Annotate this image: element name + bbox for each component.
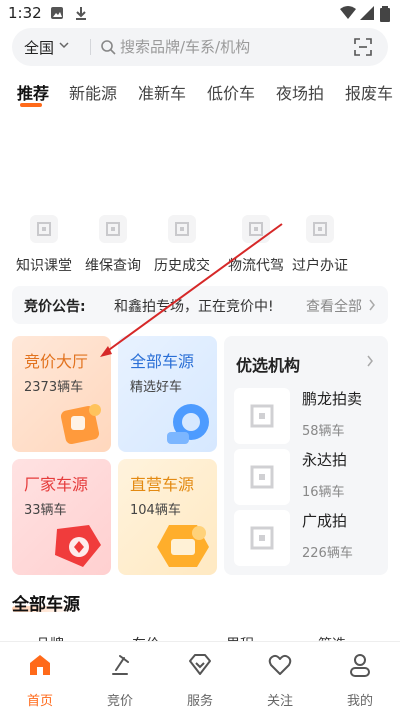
card-title: 直营车源 — [130, 475, 195, 494]
nav-label: 关注 — [266, 694, 293, 709]
auction-notice[interactable]: 竞价公告: 和鑫拍专场，正在竞价中! 查看全部 — [12, 286, 388, 324]
institution-logo — [234, 388, 290, 444]
download-notification-icon — [76, 7, 86, 20]
scan-icon[interactable] — [354, 38, 372, 56]
shortcut-label: 历史成交 — [154, 258, 210, 274]
nav-label: 首页 — [26, 694, 53, 709]
search-bar: 全国 — [12, 28, 388, 66]
institution-name: 广成拍 — [302, 512, 348, 530]
shortcut-label: 过户办证 — [292, 258, 348, 274]
search-car-icon — [167, 404, 209, 444]
wifi-icon — [340, 6, 356, 19]
card-title: 竞价大厅 — [24, 352, 89, 371]
search-input[interactable] — [120, 36, 340, 58]
home-icon — [30, 655, 50, 675]
institution-item[interactable]: 鹏龙拍卖 58辆车 — [234, 388, 384, 444]
bottom-navigation: 首页 竞价 服务 关注 我的 — [0, 641, 400, 711]
signal-icon — [360, 6, 374, 20]
city-selector[interactable]: 全国 — [24, 37, 54, 58]
maintenance-icon — [99, 215, 127, 243]
nav-follow[interactable]: 关注 — [250, 652, 310, 709]
institution-logo — [234, 449, 290, 505]
auction-icon — [112, 655, 129, 675]
institution-name: 永达拍 — [302, 451, 348, 469]
institution-count: 226辆车 — [302, 546, 353, 561]
preferred-institutions-panel: 优选机构 鹏龙拍卖 58辆车 永达拍 16辆车 广成拍 226辆车 — [224, 336, 388, 575]
auction-hall-card[interactable]: 竞价大厅 2373辆车 — [12, 336, 111, 452]
card-subtitle: 33辆车 — [24, 503, 67, 518]
chevron-down-icon[interactable] — [59, 41, 69, 49]
tab-indicator — [20, 103, 42, 107]
institution-count: 16辆车 — [302, 485, 345, 500]
category-tabs: 推荐 新能源 准新车 低价车 夜场拍 报废车 — [0, 80, 400, 110]
nav-auction[interactable]: 竞价 — [90, 652, 150, 709]
transfer-icon — [306, 215, 334, 243]
tab-nearly-new[interactable]: 准新车 — [138, 80, 186, 104]
tab-recommended[interactable]: 推荐 — [17, 80, 49, 104]
status-bar: 1:32 — [0, 0, 400, 28]
institution-count: 58辆车 — [302, 424, 345, 439]
tab-night-auction[interactable]: 夜场拍 — [276, 80, 324, 104]
tab-low-price[interactable]: 低价车 — [207, 80, 255, 104]
nav-home[interactable]: 首页 — [10, 652, 70, 709]
all-cars-title: 全部车源 — [12, 595, 80, 615]
logistics-icon — [242, 215, 270, 243]
history-icon — [168, 215, 196, 243]
nav-label: 我的 — [346, 694, 373, 709]
profile-icon — [350, 654, 370, 677]
direct-sale-icon — [157, 525, 209, 567]
panel-title: 优选机构 — [236, 356, 301, 375]
notice-title: 竞价公告: — [24, 299, 86, 315]
factory-shield-icon — [55, 525, 101, 567]
image-notification-icon — [51, 7, 63, 19]
shortcut-label: 维保查询 — [85, 258, 141, 274]
shortcut-history[interactable]: 历史成交 — [146, 215, 218, 275]
shortcut-logistics[interactable]: 物流代驾 — [220, 215, 292, 275]
card-title: 厂家车源 — [24, 475, 89, 494]
institution-item[interactable]: 广成拍 226辆车 — [234, 510, 384, 566]
institution-name: 鹏龙拍卖 — [302, 390, 363, 408]
card-title: 全部车源 — [130, 352, 195, 371]
direct-sources-card[interactable]: 直营车源 104辆车 — [118, 459, 217, 575]
institution-item[interactable]: 永达拍 16辆车 — [234, 449, 384, 505]
knowledge-icon — [30, 215, 58, 243]
nav-label: 服务 — [186, 694, 213, 709]
notice-text: 和鑫拍专场，正在竞价中! — [114, 299, 274, 315]
tab-scrap-cars[interactable]: 报废车 — [345, 80, 393, 104]
shortcut-maintenance[interactable]: 维保查询 — [77, 215, 149, 275]
card-subtitle: 2373辆车 — [24, 380, 84, 395]
all-sources-card[interactable]: 全部车源 精选好车 — [118, 336, 217, 452]
view-all-link[interactable]: 查看全部 — [306, 296, 362, 316]
chevron-right-icon[interactable] — [366, 355, 374, 367]
nav-service[interactable]: 服务 — [170, 652, 230, 709]
nav-label: 竞价 — [106, 694, 133, 709]
search-icon — [101, 40, 116, 55]
status-time: 1:32 — [8, 4, 42, 22]
shortcut-knowledge[interactable]: 知识课堂 — [8, 215, 80, 275]
divider — [90, 39, 91, 55]
service-icon — [189, 654, 211, 675]
auction-hammer-icon — [60, 404, 101, 445]
card-subtitle: 精选好车 — [130, 380, 183, 395]
shortcut-transfer[interactable]: 过户办证 — [284, 215, 356, 275]
battery-icon — [380, 6, 390, 22]
shortcut-label: 物流代驾 — [228, 258, 284, 274]
heart-icon — [268, 654, 292, 675]
card-subtitle: 104辆车 — [130, 503, 181, 518]
tab-new-energy[interactable]: 新能源 — [69, 80, 117, 104]
shortcut-label: 知识课堂 — [16, 258, 72, 274]
institution-logo — [234, 510, 290, 566]
chevron-right-icon — [369, 299, 375, 311]
nav-profile[interactable]: 我的 — [330, 652, 390, 709]
factory-sources-card[interactable]: 厂家车源 33辆车 — [12, 459, 111, 575]
